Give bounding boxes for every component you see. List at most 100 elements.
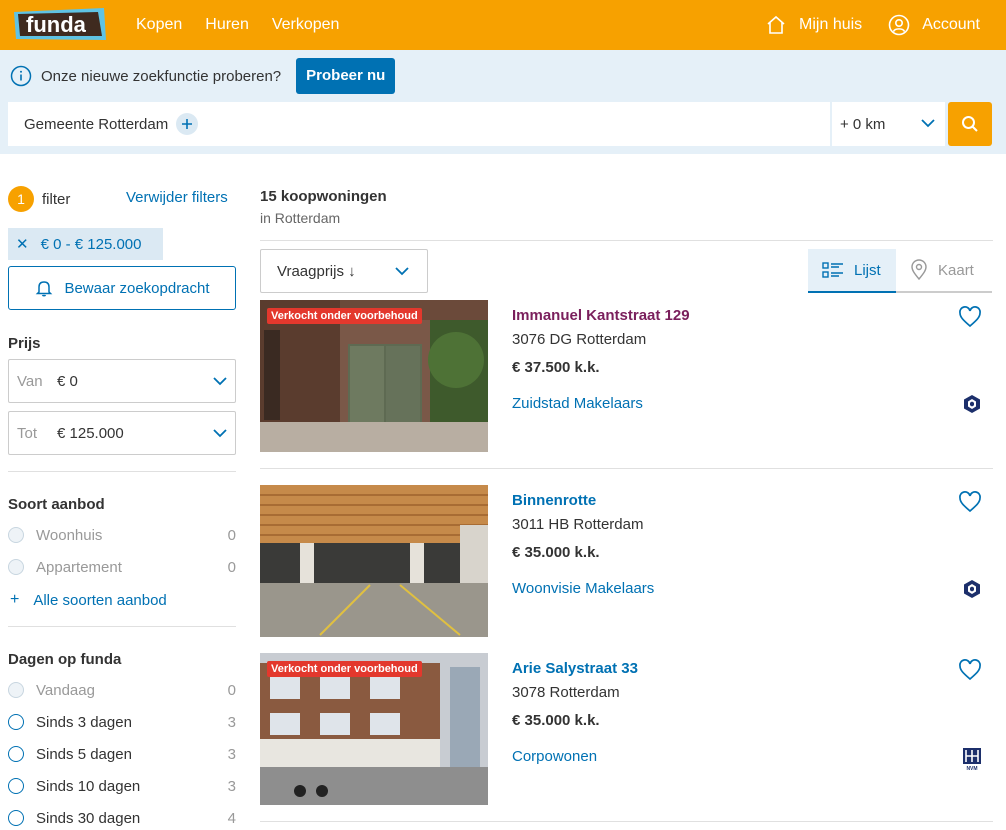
chevron-down-icon — [213, 429, 227, 438]
divider — [260, 240, 993, 241]
radio-button — [8, 559, 24, 575]
active-price-filter-chip[interactable]: ✕ € 0 - € 125.000 — [8, 228, 163, 260]
bell-icon — [36, 281, 53, 297]
option-label: Sinds 3 dagen — [36, 713, 132, 731]
days-option-3[interactable]: Sinds 3 dagen 3 — [8, 710, 236, 734]
listing-agent[interactable]: Corpowonen — [512, 748, 597, 765]
funda-logo[interactable]: funda — [12, 6, 108, 43]
listing-postcode-city: 3076 DG Rotterdam — [512, 331, 647, 348]
tab-list-label: Lijst — [854, 261, 881, 279]
sort-value: Vraagprijs ↓ — [277, 262, 356, 280]
divider — [260, 468, 993, 469]
radio-button[interactable] — [8, 746, 24, 762]
active-filter-count: 1 filter — [8, 186, 70, 212]
save-search-button[interactable]: Bewaar zoekopdracht — [8, 266, 236, 310]
heart-icon[interactable] — [958, 491, 982, 513]
price-to-label: Tot — [17, 424, 38, 442]
divider — [260, 821, 993, 822]
listing-postcode-city: 3011 HB Rotterdam — [512, 516, 644, 533]
location-search-input[interactable]: Gemeente Rotterdam — [8, 102, 830, 146]
option-label: Vandaag — [36, 681, 95, 699]
radio-button — [8, 682, 24, 698]
results-count: 15 koopwoningen — [260, 188, 387, 205]
all-offer-types-label: Alle soorten aanbod — [33, 591, 167, 609]
chip-label: € 0 - € 125.000 — [40, 235, 142, 253]
option-label: Sinds 5 dagen — [36, 745, 132, 763]
filter-count-label: filter — [42, 190, 71, 208]
try-now-button[interactable]: Probeer nu — [296, 58, 396, 94]
account-link[interactable]: Account — [888, 14, 980, 36]
top-header: funda Kopen Huren Verkopen Mijn huis Acc… — [0, 0, 1006, 50]
offer-type-section-title: Soort aanbod — [8, 496, 105, 513]
listing-agent[interactable]: Woonvisie Makelaars — [512, 580, 654, 597]
location-value: Gemeente Rotterdam — [24, 115, 169, 133]
listing-photo[interactable]: Verkocht onder voorbehoud — [260, 300, 488, 452]
heart-icon[interactable] — [958, 659, 982, 681]
radio-button[interactable] — [8, 810, 24, 826]
vbo-logo-icon — [964, 580, 980, 598]
listing-address[interactable]: Immanuel Kantstraat 129 — [512, 307, 690, 324]
option-label: Woonhuis — [36, 526, 103, 544]
price-from-label: Van — [17, 372, 43, 390]
option-count: 3 — [227, 745, 236, 763]
option-count: 0 — [227, 526, 236, 544]
heart-icon[interactable] — [958, 306, 982, 328]
header-user-links: Mijn huis Account — [765, 0, 980, 50]
days-option-5[interactable]: Sinds 5 dagen 3 — [8, 742, 236, 766]
account-label: Account — [922, 16, 980, 33]
add-location-icon[interactable] — [176, 113, 199, 135]
divider — [8, 626, 236, 627]
price-section-title: Prijs — [8, 335, 41, 352]
filter-count-badge: 1 — [8, 186, 34, 212]
days-option-10[interactable]: Sinds 10 dagen 3 — [8, 774, 236, 798]
radio-button[interactable] — [8, 714, 24, 730]
radio-button — [8, 527, 24, 543]
plus-icon: + — [10, 591, 20, 608]
all-offer-types-link[interactable]: + Alle soorten aanbod — [10, 591, 167, 609]
price-to-select[interactable]: Tot € 125.000 — [8, 411, 236, 455]
tab-map-view[interactable]: Kaart — [896, 249, 992, 293]
listing-photo[interactable]: Verkocht onder voorbehoud — [260, 653, 488, 805]
days-option-30[interactable]: Sinds 30 dagen 4 — [8, 806, 236, 830]
listing-photo[interactable] — [260, 485, 488, 637]
listing-agent[interactable]: Zuidstad Makelaars — [512, 395, 643, 412]
remove-filters-link[interactable]: Verwijder filters — [126, 189, 228, 206]
nav-verkopen[interactable]: Verkopen — [272, 16, 340, 34]
price-from-value: € 0 — [57, 372, 78, 390]
search-button[interactable] — [948, 102, 992, 146]
my-house-link[interactable]: Mijn huis — [765, 14, 862, 36]
offer-option-appartement: Appartement 0 — [8, 555, 236, 579]
price-from-select[interactable]: Van € 0 — [8, 359, 236, 403]
listing-price: € 35.000 k.k. — [512, 712, 600, 729]
sort-select[interactable]: Vraagprijs ↓ — [260, 249, 428, 293]
vbo-logo-icon — [964, 395, 980, 413]
days-option-today: Vandaag 0 — [8, 678, 236, 702]
chevron-down-icon — [213, 377, 227, 386]
offer-option-woonhuis: Woonhuis 0 — [8, 523, 236, 547]
my-house-label: Mijn huis — [799, 16, 863, 33]
option-label: Sinds 10 dagen — [36, 777, 141, 795]
days-section-title: Dagen op funda — [8, 651, 122, 668]
save-search-label: Bewaar zoekopdracht — [64, 279, 210, 297]
radio-button[interactable] — [8, 778, 24, 794]
listing-price: € 37.500 k.k. — [512, 359, 600, 376]
new-search-promo: Onze nieuwe zoekfunctie proberen? Probee… — [10, 58, 396, 94]
nav-kopen[interactable]: Kopen — [136, 16, 182, 34]
svg-text:funda: funda — [26, 12, 87, 37]
info-icon — [10, 65, 32, 87]
distance-select[interactable]: + 0 km — [832, 102, 945, 146]
nav-huren[interactable]: Huren — [205, 16, 249, 34]
listing-postcode-city: 3078 Rotterdam — [512, 684, 620, 701]
view-toggle: Lijst Kaart — [808, 249, 992, 293]
option-label: Sinds 30 dagen — [36, 809, 141, 827]
list-icon — [822, 262, 843, 278]
option-label: Appartement — [36, 558, 122, 576]
distance-value: + 0 km — [840, 115, 886, 133]
listing-address[interactable]: Binnenrotte — [512, 492, 596, 509]
option-count: 3 — [227, 777, 236, 795]
option-count: 4 — [227, 809, 236, 827]
close-icon[interactable]: ✕ — [16, 235, 29, 253]
tab-list-view[interactable]: Lijst — [808, 249, 896, 293]
main-nav: Kopen Huren Verkopen — [136, 0, 339, 50]
listing-address[interactable]: Arie Salystraat 33 — [512, 660, 638, 677]
